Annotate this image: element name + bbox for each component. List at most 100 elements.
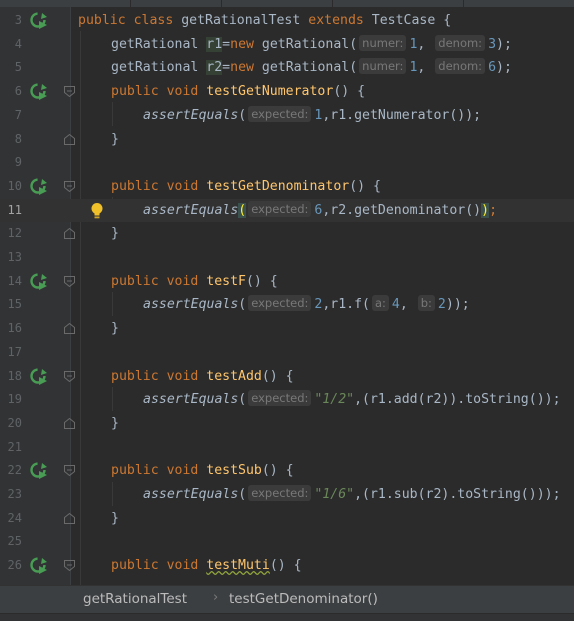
parameter-hint: expected: bbox=[248, 200, 312, 217]
code-text: assertEquals(expected: 2,r1.f(a: 4, b: 2)); bbox=[143, 295, 470, 313]
line-number: 24 bbox=[7, 510, 22, 525]
code-line[interactable]: 13 bbox=[0, 246, 574, 270]
line-number: 26 bbox=[7, 558, 22, 573]
breadcrumb-separator-icon: › bbox=[213, 590, 219, 605]
breadcrumb-class[interactable]: getRationalTest bbox=[83, 591, 187, 607]
code-line[interactable]: 22 public void testSub() { bbox=[0, 459, 574, 483]
code-line[interactable]: 10 public void testGetDenominator() { bbox=[0, 175, 574, 199]
code-text: getRational r1=new getRational(numer: 1, … bbox=[111, 34, 512, 52]
code-text: public void testGetNumerator() { bbox=[111, 84, 366, 100]
line-number: 16 bbox=[7, 321, 22, 336]
code-line[interactable]: 17 bbox=[0, 341, 574, 365]
editor-tab[interactable] bbox=[333, 0, 464, 7]
code-text: public void testF() { bbox=[111, 273, 278, 289]
run-test-icon[interactable] bbox=[30, 178, 48, 196]
parameter-hint: expected: bbox=[248, 105, 312, 122]
fold-marker-icon[interactable] bbox=[64, 86, 75, 98]
parameter-hint: expected: bbox=[248, 390, 312, 407]
code-line[interactable]: 23 assertEquals(expected: "1/6",(r1.sub(r… bbox=[0, 483, 574, 507]
line-number: 9 bbox=[14, 155, 22, 170]
line-number: 11 bbox=[7, 202, 22, 217]
code-line[interactable]: 3 public class getRationalTest extends T… bbox=[0, 9, 574, 33]
parameter-hint: numer: bbox=[359, 34, 407, 51]
code-line[interactable]: 4 getRational r1=new getRational(numer: 1… bbox=[0, 33, 574, 57]
line-number: 21 bbox=[7, 439, 22, 454]
parameter-hint: b: bbox=[417, 295, 435, 312]
line-number: 5 bbox=[14, 60, 22, 75]
run-test-icon[interactable] bbox=[30, 83, 48, 101]
editor-tab[interactable] bbox=[464, 0, 574, 7]
fold-end-icon[interactable] bbox=[64, 228, 75, 240]
editor-tab[interactable] bbox=[131, 0, 222, 7]
code-text: assertEquals(expected: 1,r1.getNumerator(… bbox=[143, 105, 482, 123]
fold-marker-icon[interactable] bbox=[64, 465, 75, 477]
code-line[interactable]: 20 } bbox=[0, 412, 574, 436]
fold-marker-icon[interactable] bbox=[64, 560, 75, 572]
code-line[interactable]: 24 } bbox=[0, 507, 574, 531]
fold-end-icon[interactable] bbox=[64, 133, 75, 145]
code-editor[interactable]: 3 public class getRationalTest extends T… bbox=[0, 7, 574, 585]
fold-end-icon[interactable] bbox=[64, 512, 75, 524]
fold-end-icon[interactable] bbox=[64, 323, 75, 335]
parameter-hint: denom: bbox=[435, 58, 486, 75]
breadcrumb-method[interactable]: testGetDenominator() bbox=[229, 591, 378, 607]
editor-tab-strip bbox=[0, 0, 574, 7]
fold-marker-icon[interactable] bbox=[64, 275, 75, 287]
line-number: 15 bbox=[7, 297, 22, 312]
code-text: assertEquals(expected: "1/2",(r1.add(r2))… bbox=[143, 390, 561, 408]
code-text: assertEquals(expected: "1/6",(r1.sub(r2).… bbox=[143, 485, 561, 502]
run-test-icon[interactable] bbox=[30, 12, 48, 30]
line-number: 3 bbox=[14, 13, 22, 27]
code-text: public void testSub() { bbox=[111, 463, 294, 479]
parameter-hint: expected: bbox=[248, 295, 312, 312]
run-test-icon[interactable] bbox=[30, 367, 48, 386]
line-number: 22 bbox=[7, 463, 22, 478]
code-text: } bbox=[111, 415, 119, 431]
code-line[interactable]: 8 } bbox=[0, 128, 574, 152]
editor-tab[interactable] bbox=[0, 0, 131, 7]
code-text: public class getRationalTest extends Tes… bbox=[78, 13, 452, 28]
code-line[interactable]: 15 assertEquals(expected: 2,r1.f(a: 4, b: 2… bbox=[0, 293, 574, 317]
parameter-hint: expected: bbox=[248, 485, 312, 501]
code-text: assertEquals(expected: 6,r2.getDenominato… bbox=[143, 200, 498, 218]
run-test-icon[interactable] bbox=[30, 462, 48, 480]
line-number: 12 bbox=[7, 226, 22, 241]
editor-tab[interactable] bbox=[222, 0, 333, 7]
run-test-icon[interactable] bbox=[30, 557, 48, 575]
fold-end-icon[interactable] bbox=[64, 417, 75, 429]
code-line[interactable]: 18 public void testAdd() { bbox=[0, 365, 574, 389]
line-number: 6 bbox=[14, 84, 22, 99]
lightbulb-icon[interactable] bbox=[90, 202, 104, 220]
code-line[interactable]: 6 public void testGetNumerator() { bbox=[0, 80, 574, 104]
line-number: 25 bbox=[7, 534, 22, 549]
code-text: } bbox=[111, 321, 119, 337]
parameter-hint: denom: bbox=[435, 34, 486, 51]
line-number: 23 bbox=[7, 487, 22, 501]
code-text: } bbox=[111, 226, 119, 242]
line-number: 13 bbox=[7, 250, 22, 264]
code-text: public void testMuti() { bbox=[111, 558, 302, 574]
code-text: public void testGetDenominator() { bbox=[111, 178, 381, 194]
code-line[interactable]: 14 public void testF() { bbox=[0, 270, 574, 294]
code-line[interactable]: 25 bbox=[0, 530, 574, 554]
code-text: } bbox=[111, 131, 119, 147]
line-number: 10 bbox=[7, 178, 22, 193]
parameter-hint: numer: bbox=[359, 58, 407, 75]
line-number: 7 bbox=[14, 107, 22, 122]
code-line[interactable]: 9 bbox=[0, 151, 574, 175]
run-test-icon[interactable] bbox=[30, 272, 48, 291]
fold-marker-icon[interactable] bbox=[64, 370, 75, 382]
code-line[interactable]: 12 } bbox=[0, 222, 574, 246]
code-line[interactable]: 26 public void testMuti() { bbox=[0, 554, 574, 578]
parameter-hint: a: bbox=[371, 295, 389, 312]
fold-marker-icon[interactable] bbox=[64, 180, 75, 192]
line-number: 18 bbox=[7, 368, 22, 383]
line-number: 19 bbox=[7, 392, 22, 407]
code-line[interactable]: 19 assertEquals(expected: "1/2",(r1.add(r… bbox=[0, 388, 574, 412]
code-line[interactable]: 5 getRational r2=new getRational(numer: 1… bbox=[0, 56, 574, 80]
code-text: public void testAdd() { bbox=[111, 368, 294, 384]
code-line[interactable]: 16 } bbox=[0, 317, 574, 341]
code-line[interactable]: 7 assertEquals(expected: 1,r1.getNumerato… bbox=[0, 104, 574, 128]
code-line-current[interactable]: 11 assertEquals(expected: 6,r2.getDenomin… bbox=[0, 198, 574, 223]
code-line[interactable]: 21 bbox=[0, 436, 574, 460]
